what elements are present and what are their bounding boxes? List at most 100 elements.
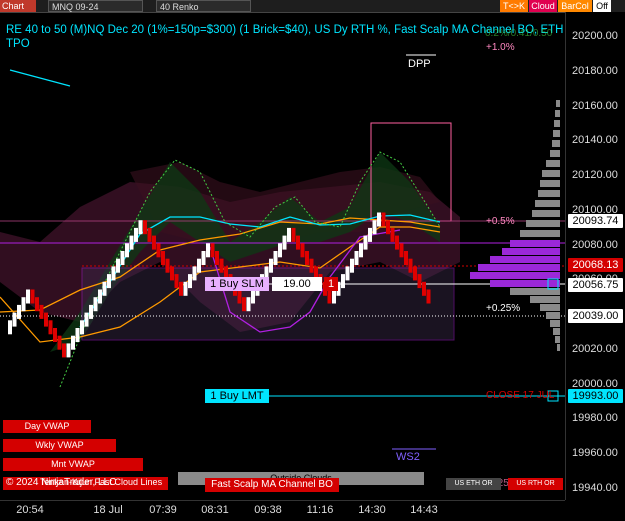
renko-brick <box>161 251 165 265</box>
tpo-bar <box>520 230 560 237</box>
renko-brick <box>327 289 332 304</box>
renko-brick <box>363 235 368 250</box>
time-tick: 20:54 <box>16 504 44 516</box>
renko-brick <box>48 320 53 335</box>
buy-slm-label[interactable]: 1 Buy SLM <box>205 277 269 291</box>
tpo-bar <box>535 200 560 207</box>
pct-1-label: +1.0% <box>486 42 515 53</box>
renko-brick <box>66 343 71 358</box>
time-tick: 18 Jul <box>93 504 123 516</box>
renko-brick <box>219 258 224 273</box>
tpo-bar <box>526 220 560 227</box>
renko-brick <box>381 212 386 227</box>
dpp-label: DPP <box>408 58 431 70</box>
renko-brick <box>215 251 219 265</box>
tpo-bar <box>550 150 560 157</box>
renko-brick <box>386 220 390 235</box>
renko-brick <box>30 289 35 304</box>
tpo-bar <box>542 170 560 177</box>
off-button[interactable]: Off <box>593 0 611 12</box>
buy-slm-qty[interactable]: 1 <box>324 277 338 291</box>
buy-lmt-label[interactable]: 1 Buy LMT <box>205 389 269 403</box>
price-tick: 20180.00 <box>572 64 618 77</box>
renko-brick <box>170 266 174 281</box>
price-tick: 19980.00 <box>572 412 618 425</box>
price-flag: 20068.13 <box>568 258 623 273</box>
time-axis[interactable]: 20:54 18 Jul 07:39 08:31 09:38 11:16 14:30 14:4… <box>0 500 565 521</box>
tpo-bar <box>553 130 560 137</box>
renko-brick <box>102 281 107 296</box>
renko-brick <box>341 274 345 289</box>
renko-brick <box>12 312 17 327</box>
price-tick: 20160.00 <box>572 99 618 112</box>
tpo-bar <box>556 100 560 107</box>
renko-brick <box>98 289 102 304</box>
renko-brick <box>269 258 273 273</box>
renko-brick <box>282 235 287 250</box>
renko-brick <box>35 297 39 312</box>
tpo-bar <box>555 110 560 117</box>
renko-brick <box>174 274 179 289</box>
tpo-bar <box>550 320 560 327</box>
tpo-bar <box>540 304 560 311</box>
price-tick: 19960.00 <box>572 447 618 460</box>
renko-brick <box>296 235 300 250</box>
renko-brick <box>53 328 57 342</box>
bar-type-selector[interactable]: 40 Renko <box>156 0 251 12</box>
renko-brick <box>332 289 336 304</box>
price-axis[interactable]: 20200.00 20180.00 20160.00 20140.00 20120.00… <box>565 12 625 500</box>
instrument-selector[interactable]: MNQ 09-24 <box>48 0 143 12</box>
price-tick: 20020.00 <box>572 342 618 355</box>
pct-025-label: +0.25% <box>486 303 521 314</box>
renko-brick <box>107 274 111 289</box>
renko-brick <box>426 289 431 304</box>
day-vwap-label: Day VWAP <box>3 420 91 433</box>
price-tick: 20080.00 <box>572 238 618 251</box>
chart-area[interactable]: RE 40 to 50 (M)NQ Dec 20 (1%=150p=$300) … <box>0 12 565 500</box>
renko-brick <box>287 227 291 242</box>
renko-brick <box>413 266 417 281</box>
time-tick: 14:30 <box>358 504 386 516</box>
time-tick: 14:43 <box>410 504 438 516</box>
renko-brick <box>377 212 381 227</box>
tpo-bar <box>553 328 560 335</box>
tpo-bar <box>546 160 560 167</box>
renko-brick <box>39 304 44 319</box>
renko-brick <box>404 251 408 265</box>
chart-title: RE 40 to 50 (M)NQ Dec 20 (1%=150p=$300) … <box>6 24 564 36</box>
renko-brick <box>291 227 296 242</box>
wkly-vwap-label: Wkly VWAP <box>3 439 116 452</box>
tpo-bar <box>490 256 560 263</box>
cloud-button[interactable]: Cloud <box>529 0 557 12</box>
renko-brick <box>183 281 188 296</box>
cyan-ma <box>9 69 71 87</box>
buy-slm-price[interactable]: 19.00 <box>272 277 322 291</box>
renko-brick <box>201 251 206 265</box>
renko-brick <box>57 335 62 350</box>
price-flag: 20056.75 <box>568 278 623 293</box>
renko-brick <box>129 235 134 250</box>
time-tick: 07:39 <box>149 504 177 516</box>
tpo-bar <box>554 120 560 127</box>
chart-app-label[interactable]: Chart <box>0 0 36 12</box>
tpo-bar <box>478 264 560 271</box>
price-flag: 19993.00 <box>568 388 623 403</box>
renko-brick <box>44 312 48 327</box>
renko-brick <box>417 274 422 289</box>
renko-brick <box>408 258 413 273</box>
close-label: CLOSE 17 JUL <box>486 390 555 401</box>
price-tick: 20200.00 <box>572 30 618 42</box>
time-tick: 09:38 <box>254 504 282 516</box>
tpo-bar <box>540 180 560 187</box>
renko-brick <box>242 297 246 312</box>
tk-button[interactable]: T<>K <box>500 0 528 12</box>
renko-brick <box>147 227 152 242</box>
tpo-bar <box>502 248 560 255</box>
renko-brick <box>62 343 66 358</box>
barcol-button[interactable]: BarCol <box>558 0 592 12</box>
renko-brick <box>246 297 251 312</box>
renko-brick <box>143 220 147 235</box>
renko-brick <box>165 258 170 273</box>
renko-brick <box>179 281 183 296</box>
price-tick: 19940.00 <box>572 482 618 494</box>
